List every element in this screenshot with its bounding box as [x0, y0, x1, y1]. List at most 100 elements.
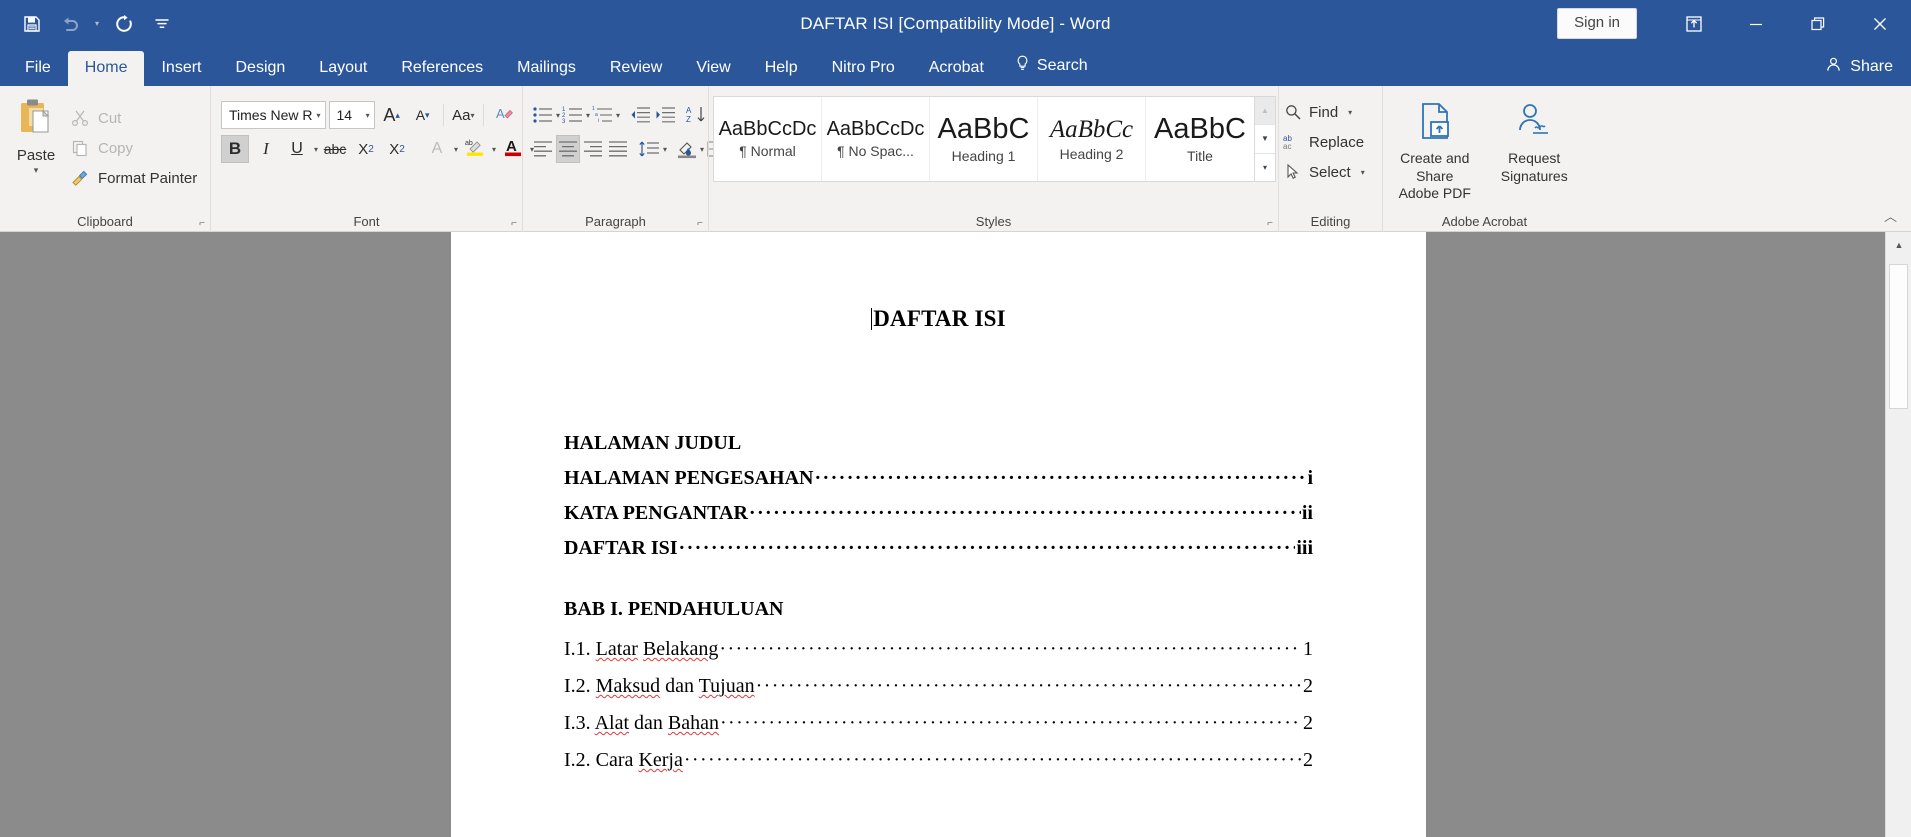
- paragraph-dialog-launcher-icon[interactable]: ⌐: [697, 218, 703, 229]
- toc-entry[interactable]: I.2. Cara Kerja ························…: [564, 749, 1313, 772]
- align-right-button[interactable]: [581, 135, 605, 163]
- tab-nitro-pro[interactable]: Nitro Pro: [815, 51, 912, 86]
- toc-entry[interactable]: DAFTAR ISI ·····························…: [564, 537, 1313, 560]
- sign-in-button[interactable]: Sign in: [1557, 8, 1637, 39]
- styles-more-icon[interactable]: ▾: [1255, 154, 1275, 181]
- style-item-normal[interactable]: AaBbCcDc ¶ Normal: [714, 97, 822, 181]
- numbering-dropdown-icon[interactable]: ▾: [586, 111, 590, 120]
- request-signatures-button[interactable]: Request Signatures: [1487, 94, 1583, 203]
- tab-view[interactable]: View: [679, 51, 747, 86]
- italic-button[interactable]: I: [252, 135, 280, 163]
- close-icon[interactable]: [1849, 0, 1911, 47]
- line-spacing-dropdown-icon[interactable]: ▾: [663, 145, 667, 154]
- tab-file[interactable]: File: [8, 51, 68, 86]
- tab-home[interactable]: Home: [67, 51, 145, 86]
- shading-button[interactable]: [675, 135, 699, 163]
- minimize-icon[interactable]: [1725, 0, 1787, 47]
- scroll-up-icon[interactable]: ▲: [1886, 232, 1911, 257]
- shrink-font-button[interactable]: A ▾: [409, 101, 437, 129]
- sort-button[interactable]: AZ: [685, 101, 709, 129]
- clear-formatting-button[interactable]: A: [490, 101, 518, 129]
- toc-entry[interactable]: I.1. Latar Belakang ····················…: [564, 638, 1313, 661]
- style-item-heading-2[interactable]: AaBbCc Heading 2: [1038, 97, 1146, 181]
- copy-button[interactable]: Copy: [68, 134, 203, 162]
- cut-button[interactable]: Cut: [68, 104, 203, 132]
- shading-dropdown-icon[interactable]: ▾: [700, 145, 704, 154]
- superscript-button[interactable]: X2: [383, 135, 411, 163]
- numbering-button[interactable]: 123: [561, 101, 585, 129]
- toc-entry[interactable]: KATA PENGANTAR ·························…: [564, 502, 1313, 525]
- collapse-ribbon-icon[interactable]: ︿: [1884, 206, 1897, 225]
- save-icon[interactable]: [14, 8, 50, 40]
- find-button[interactable]: Find ▾: [1283, 98, 1378, 126]
- style-item-heading-1[interactable]: AaBbC Heading 1: [930, 97, 1038, 181]
- style-item-title[interactable]: AaBbC Title: [1146, 97, 1254, 181]
- replace-button[interactable]: ab ac Replace: [1283, 128, 1378, 156]
- font-size-combo[interactable]: 14 ▾: [328, 101, 375, 129]
- tab-review[interactable]: Review: [593, 51, 679, 86]
- change-case-button[interactable]: Aa ▾: [449, 101, 477, 129]
- customize-quick-access-icon[interactable]: [144, 8, 180, 40]
- undo-dropdown-icon[interactable]: ▾: [90, 8, 104, 40]
- toc-entry[interactable]: I.2. Maksud dan Tujuan ·················…: [564, 675, 1313, 698]
- tab-insert[interactable]: Insert: [144, 51, 218, 86]
- multilevel-list-dropdown-icon[interactable]: ▾: [616, 111, 620, 120]
- line-spacing-button[interactable]: [638, 135, 662, 163]
- align-center-button[interactable]: [556, 135, 580, 163]
- share-button[interactable]: Share: [1825, 56, 1893, 78]
- tab-layout[interactable]: Layout: [302, 51, 384, 86]
- text-effects-button[interactable]: A: [423, 135, 451, 163]
- format-painter-label: Format Painter: [98, 169, 198, 187]
- create-and-share-adobe-pdf-button[interactable]: Create and Share Adobe PDF: [1387, 94, 1483, 203]
- format-painter-button[interactable]: Format Painter: [68, 164, 203, 192]
- decrease-indent-button[interactable]: [628, 101, 652, 129]
- styles-dialog-launcher-icon[interactable]: ⌐: [1267, 218, 1273, 229]
- bullets-button[interactable]: [531, 101, 555, 129]
- font-dialog-launcher-icon[interactable]: ⌐: [511, 218, 517, 229]
- find-dropdown-icon[interactable]: ▾: [1344, 108, 1356, 117]
- text-effects-dropdown-icon[interactable]: ▾: [454, 145, 458, 154]
- tab-acrobat[interactable]: Acrobat: [912, 51, 1001, 86]
- font-name-combo[interactable]: Times New R ▾: [221, 101, 326, 129]
- underline-button[interactable]: U: [283, 135, 311, 163]
- styles-scroll-down-icon[interactable]: ▼: [1255, 125, 1275, 154]
- toc-entry[interactable]: HALAMAN PENGESAHAN ·····················…: [564, 467, 1313, 490]
- align-left-button[interactable]: [531, 135, 555, 163]
- text-highlight-button[interactable]: ab: [461, 135, 489, 163]
- tab-mailings[interactable]: Mailings: [500, 51, 593, 86]
- paste-button[interactable]: Paste ▾: [4, 92, 68, 200]
- search-box[interactable]: Search: [1001, 47, 1105, 86]
- underline-dropdown-icon[interactable]: ▾: [314, 145, 318, 154]
- clipboard-dialog-launcher-icon[interactable]: ⌐: [199, 218, 205, 229]
- font-size-dropdown-icon[interactable]: ▾: [366, 111, 370, 120]
- strikethrough-button[interactable]: abc: [321, 135, 349, 163]
- toc-entry[interactable]: I.3. Alat dan Bahan ····················…: [564, 712, 1313, 735]
- tab-help[interactable]: Help: [748, 51, 815, 86]
- increase-indent-button[interactable]: [653, 101, 677, 129]
- vertical-scrollbar[interactable]: ▲: [1885, 232, 1911, 837]
- bullets-dropdown-icon[interactable]: ▾: [556, 111, 560, 120]
- multilevel-list-button[interactable]: 1ai: [591, 101, 615, 129]
- subscript-button[interactable]: X2: [352, 135, 380, 163]
- scrollbar-thumb[interactable]: [1889, 264, 1908, 409]
- highlight-dropdown-icon[interactable]: ▾: [492, 145, 496, 154]
- select-button[interactable]: Select ▾: [1283, 158, 1378, 186]
- undo-icon[interactable]: [52, 8, 88, 40]
- style-item-no-spacing[interactable]: AaBbCcDc ¶ No Spac...: [822, 97, 930, 181]
- grow-font-button[interactable]: A ▴: [378, 101, 406, 129]
- paste-dropdown-icon[interactable]: ▾: [34, 165, 39, 176]
- ribbon-display-options-icon[interactable]: [1663, 0, 1725, 47]
- font-name-dropdown-icon[interactable]: ▾: [317, 111, 321, 120]
- select-dropdown-icon[interactable]: ▾: [1357, 168, 1369, 177]
- document-page[interactable]: DAFTAR ISI HALAMAN JUDUL HALAMAN PENGESA…: [451, 232, 1426, 837]
- redo-icon[interactable]: [106, 8, 142, 40]
- styles-scroll-up-icon[interactable]: ▲: [1255, 97, 1275, 126]
- tab-design[interactable]: Design: [218, 51, 302, 86]
- editing-group-label: Editing: [1310, 214, 1351, 230]
- restore-icon[interactable]: [1787, 0, 1849, 47]
- bold-button[interactable]: B: [221, 135, 249, 163]
- justify-button[interactable]: [606, 135, 630, 163]
- tab-references[interactable]: References: [384, 51, 500, 86]
- toc-entry[interactable]: HALAMAN JUDUL: [564, 432, 1313, 455]
- toc-entry[interactable]: BAB I. PENDAHULUAN: [564, 598, 1313, 621]
